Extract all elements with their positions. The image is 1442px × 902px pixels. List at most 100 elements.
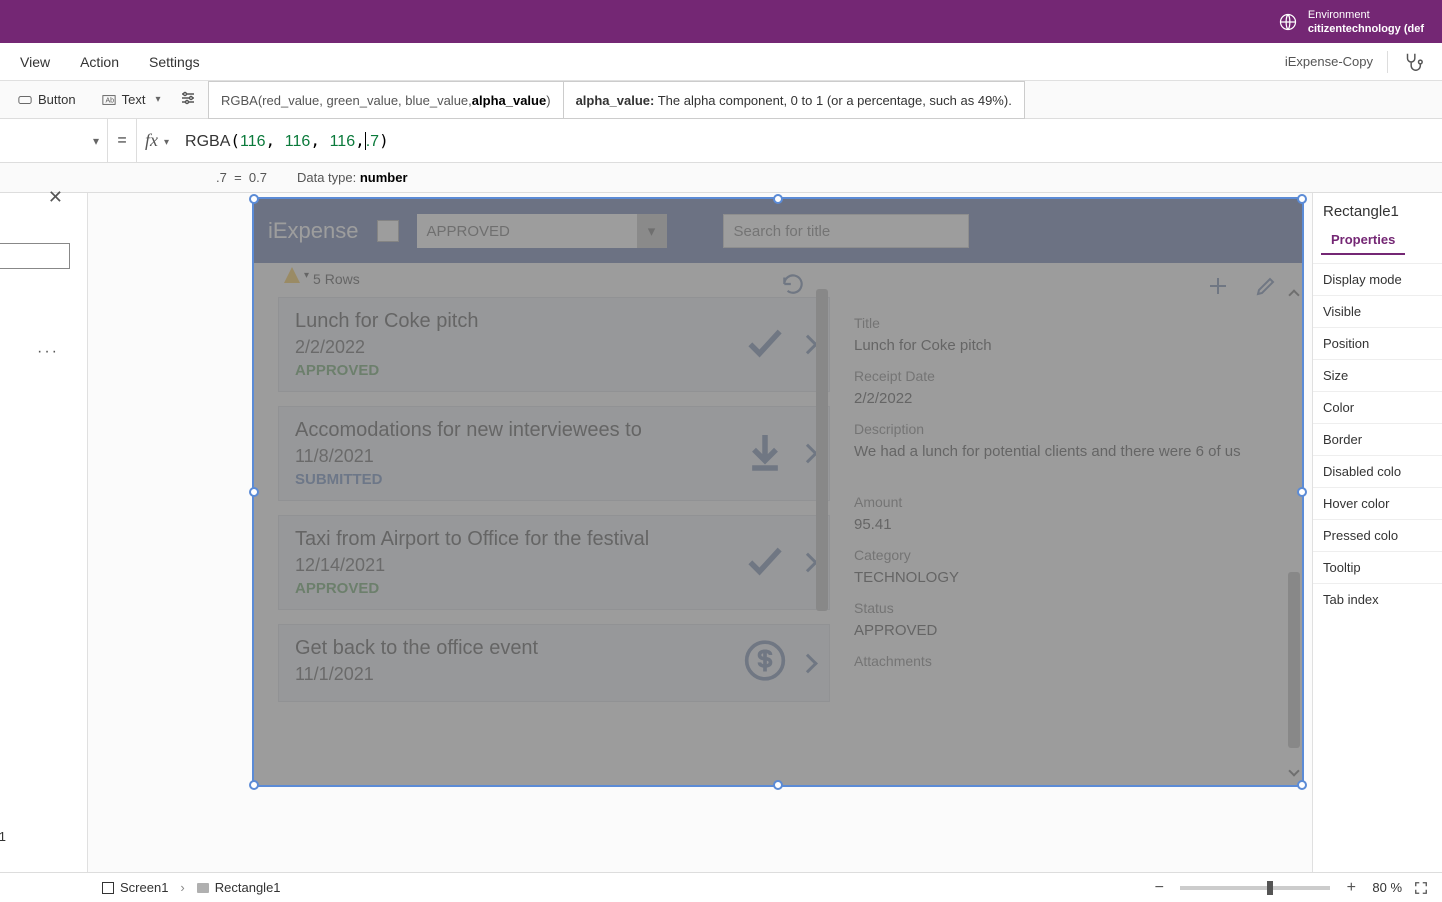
expense-card[interactable]: Taxi from Airport to Office for the fest… [278,515,830,610]
rows-count: 5 Rows [313,271,360,287]
zoom-in-button[interactable]: + [1342,879,1360,897]
detail-status-value: APPROVED [854,622,1278,639]
property-row[interactable]: Visible [1313,295,1442,327]
list-scrollbar[interactable] [816,289,828,777]
app-header: iExpense APPROVED ▾ [254,199,1302,263]
chevron-right-icon[interactable] [798,444,818,464]
equals-label: = [108,132,136,150]
property-row[interactable]: Pressed colo [1313,519,1442,551]
property-row[interactable]: Size [1313,359,1442,391]
card-title: Lunch for Coke pitch [295,310,813,333]
title-bar: Environment citizentechnology (def [0,0,1442,43]
screen-icon [102,882,114,894]
rectangle-icon [197,883,209,893]
card-date: 2/2/2022 [295,337,813,358]
formula-bar: ▾ = fx RGBA(116, 116, 116,.7) [0,119,1442,163]
document-name: iExpense-Copy [1285,54,1373,69]
formula-input[interactable]: RGBA(116, 116, 116,.7) [177,131,389,151]
detail-category-value: TECHNOLOGY [854,569,1278,586]
list-pane: ▾ 5 Rows Lunch for Coke pitch2/2/2022APP… [254,263,830,785]
fx-chevron-icon[interactable] [164,132,169,150]
detail-title-label: Title [854,315,1278,331]
filter-checkbox[interactable] [377,220,399,242]
expense-card[interactable]: Accomodations for new interviewees to 11/… [278,406,830,501]
resize-handle[interactable] [773,780,783,790]
breadcrumb-separator [174,880,190,895]
breadcrumb-screen[interactable]: Screen1 [120,880,168,895]
edit-icon[interactable] [1254,274,1278,298]
card-title: Get back to the office event [295,637,813,660]
close-icon[interactable]: ✕ [48,187,63,208]
add-icon[interactable] [1206,274,1230,298]
svg-text:Ab: Ab [105,97,114,104]
zoom-slider[interactable] [1180,886,1330,890]
resize-handle[interactable] [249,487,259,497]
selection-rectangle[interactable]: iExpense APPROVED ▾ ▾ 5 Rows [252,197,1304,787]
app-title: iExpense [268,218,359,244]
breadcrumb-rectangle[interactable]: Rectangle1 [215,880,281,895]
more-icon[interactable]: ··· [37,343,59,361]
property-row[interactable]: Position [1313,327,1442,359]
chevron-right-icon[interactable] [798,653,818,673]
card-date: 12/14/2021 [295,555,813,576]
detail-category-label: Category [854,547,1278,563]
property-row[interactable]: Hover color [1313,487,1442,519]
fit-icon[interactable] [1414,881,1428,895]
detail-desc-label: Description [854,421,1278,437]
detail-pane: Title Lunch for Coke pitch Receipt Date … [830,263,1302,785]
resize-handle[interactable] [773,194,783,204]
fx-icon[interactable]: fx [145,130,158,151]
property-row[interactable]: Color [1313,391,1442,423]
button-icon [18,93,32,107]
chevron-right-icon[interactable] [798,553,818,573]
expense-card[interactable]: Get back to the office event11/1/2021 [278,624,830,702]
card-title: Accomodations for new interviewees to [295,419,813,442]
warning-icon [284,267,300,283]
card-date: 11/8/2021 [295,446,813,467]
stethoscope-icon[interactable] [1402,51,1424,73]
detail-title-value: Lunch for Coke pitch [854,337,1278,354]
resize-handle[interactable] [1297,780,1307,790]
menu-settings[interactable]: Settings [149,54,200,70]
settings-icon[interactable] [180,90,196,109]
search-input[interactable] [723,214,969,248]
canvas[interactable]: iExpense APPROVED ▾ ▾ 5 Rows [88,193,1312,872]
property-row[interactable]: Border [1313,423,1442,455]
properties-tab[interactable]: Properties [1321,226,1405,255]
detail-scrollbar[interactable] [1288,289,1300,777]
environment-icon [1278,12,1298,32]
environment-label: Environment [1308,8,1424,22]
property-row[interactable]: Display mode [1313,263,1442,295]
property-row[interactable]: Disabled colo [1313,455,1442,487]
refresh-icon[interactable] [780,271,806,297]
detail-date-label: Receipt Date [854,368,1278,384]
resize-handle[interactable] [1297,487,1307,497]
tree-search-input[interactable] [0,243,70,269]
resize-handle[interactable] [249,780,259,790]
detail-amount-label: Amount [854,494,1278,510]
property-dropdown[interactable]: ▾ [0,119,108,163]
environment-value[interactable]: citizentechnology (def [1308,22,1424,36]
separator [1387,51,1388,73]
zoom-out-button[interactable]: − [1150,879,1168,897]
app-preview: iExpense APPROVED ▾ ▾ 5 Rows [254,199,1302,785]
detail-date-value: 2/2/2022 [854,390,1278,407]
insert-text[interactable]: Ab Text [96,88,167,111]
property-row[interactable]: Tab index [1313,583,1442,615]
status-dropdown[interactable]: APPROVED ▾ [417,214,667,248]
resize-handle[interactable] [1297,194,1307,204]
card-status: APPROVED [295,362,813,379]
detail-attachments-label: Attachments [854,653,1278,669]
expense-card[interactable]: Lunch for Coke pitch 2/2/2022 APPROVED [278,297,830,392]
tree-item-ard1[interactable]: ard1 [0,829,6,844]
resize-handle[interactable] [249,194,259,204]
menu-action[interactable]: Action [80,54,119,70]
insert-button[interactable]: Button [12,88,82,111]
tree-panel: ✕ ··· ard1 [0,193,88,872]
menu-view[interactable]: View [20,54,50,70]
chevron-right-icon[interactable] [798,335,818,355]
property-row[interactable]: Tooltip [1313,551,1442,583]
detail-amount-value: 95.41 [854,516,1278,533]
text-icon: Ab [102,93,116,107]
toolbar: Button Ab Text RGBA(red_value, green_val… [0,81,1442,119]
